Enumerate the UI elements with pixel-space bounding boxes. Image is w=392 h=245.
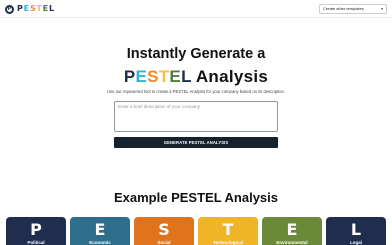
create-other-templates-dropdown[interactable]: Create other templates ▾: [319, 4, 387, 14]
chevron-down-icon: ▾: [380, 6, 383, 11]
pestel-logo[interactable]: P PESTEL: [5, 3, 55, 15]
logo-text: PESTEL: [17, 5, 55, 13]
card-letter: S: [158, 220, 170, 239]
hero-title-segment: Analysis: [191, 67, 269, 86]
card-label: Technological: [213, 240, 243, 245]
pestel-card-social[interactable]: S Social: [134, 217, 194, 245]
templates-dropdown-label: Create other templates: [323, 6, 364, 11]
hero-title-line2: PESTEL Analysis: [0, 67, 392, 86]
card-letter: T: [222, 220, 234, 239]
card-label: Environmental: [276, 240, 308, 245]
hero-subtitle: Use our AIpowered tool to create a PESTE…: [107, 89, 285, 94]
logo-letter-segment: P: [17, 4, 24, 13]
example-pestel-cards: P Political E Economic S Social T Techno…: [6, 217, 386, 245]
hero-title-segment: L: [181, 67, 192, 86]
card-letter: L: [350, 220, 362, 239]
logo-letter-segment: L: [49, 4, 55, 13]
card-label: Political: [27, 240, 45, 245]
pestel-card-technological[interactable]: T Technological: [198, 217, 258, 245]
pestel-card-legal[interactable]: L Legal: [326, 217, 386, 245]
card-letter: P: [30, 220, 42, 239]
pestel-card-environmental[interactable]: E Environmental: [262, 217, 322, 245]
hero-title-line1: Instantly Generate a: [126, 46, 266, 62]
generate-pestel-analysis-button[interactable]: GENERATE PESTEL ANALYSIS: [114, 137, 278, 148]
pestel-card-economic[interactable]: E Economic: [70, 217, 130, 245]
hero-title-segment: P: [123, 67, 136, 86]
pestel-card-political[interactable]: P Political: [6, 217, 66, 245]
hero-title-segment: S: [147, 67, 159, 86]
card-letter: E: [286, 220, 298, 239]
company-description-input[interactable]: [114, 101, 278, 132]
top-header: P PESTEL Create other templates ▾: [0, 0, 392, 18]
card-label: Economic: [89, 240, 111, 245]
card-label: Social: [157, 240, 171, 245]
example-section-title: Example PESTEL Analysis: [113, 190, 279, 205]
hero-title-segment: E: [135, 67, 148, 86]
card-letter: E: [94, 220, 106, 239]
hero-title-segment: E: [169, 67, 182, 86]
logo-mark-icon: P: [5, 4, 14, 14]
hero-title-segment: T: [158, 67, 170, 86]
card-label: Legal: [350, 240, 362, 245]
